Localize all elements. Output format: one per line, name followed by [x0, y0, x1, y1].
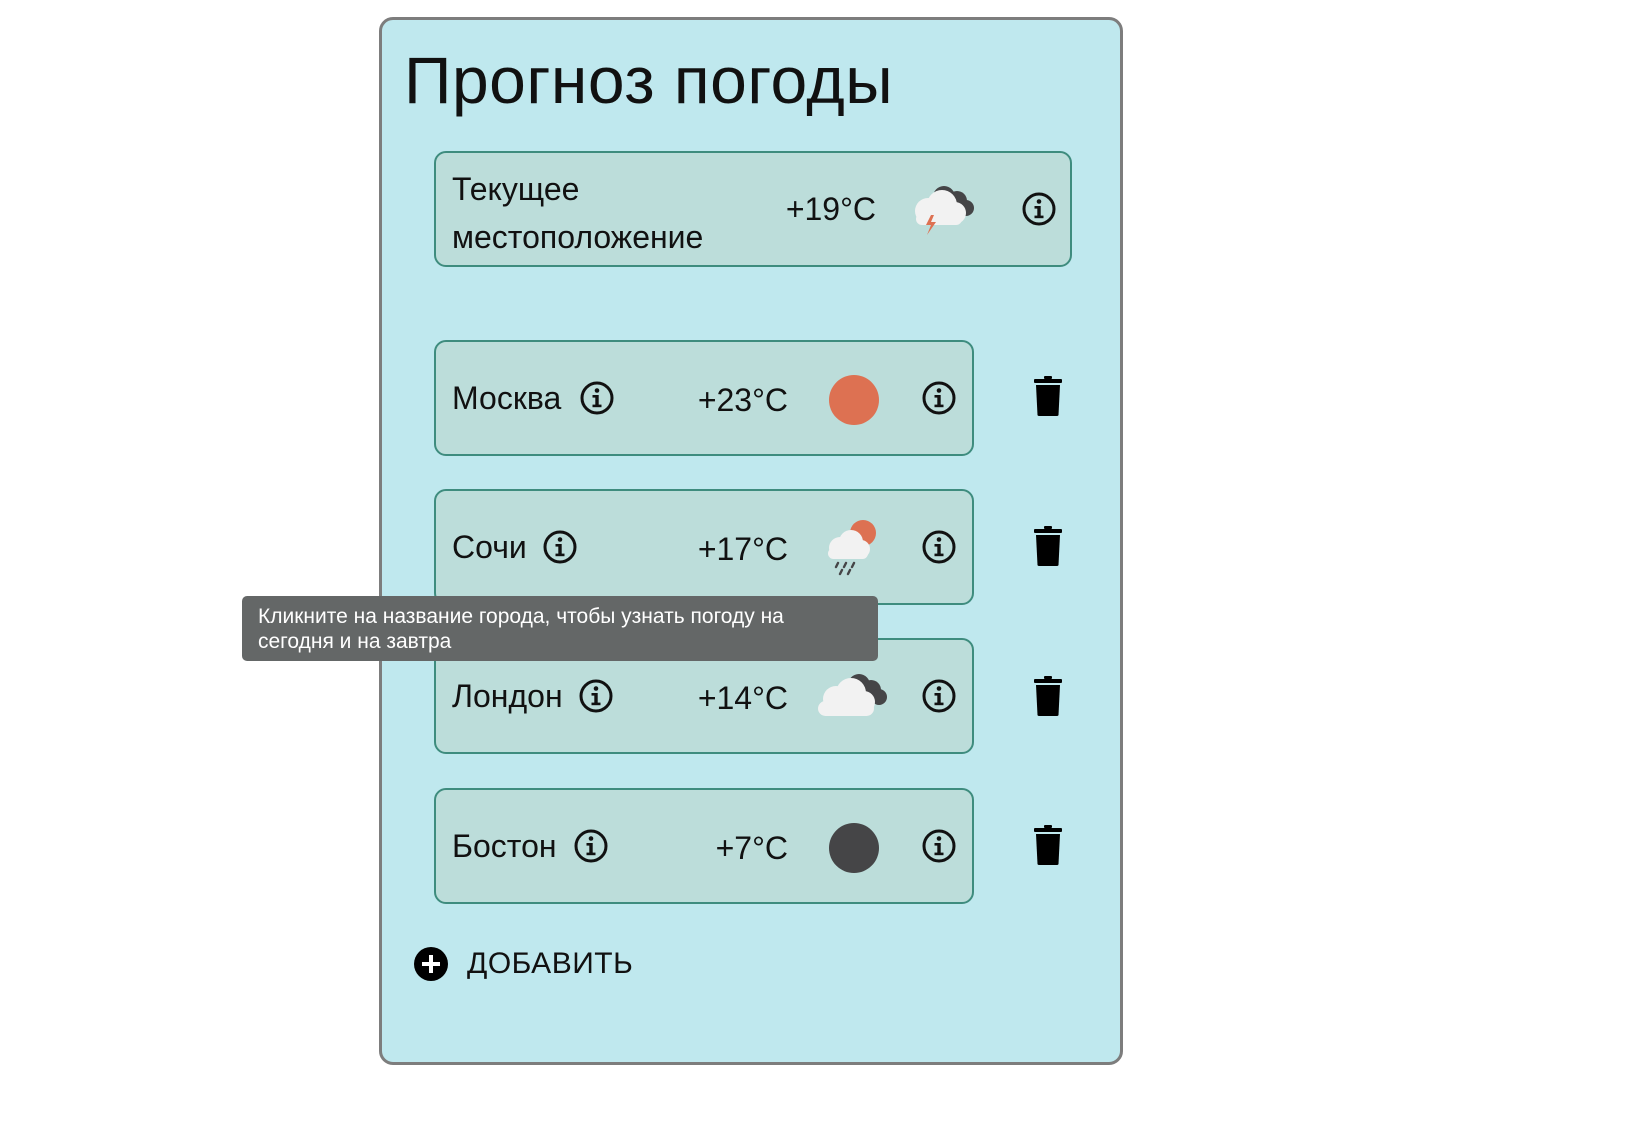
- weather-panel: Прогноз погоды Текущее местоположение +1…: [379, 17, 1123, 1065]
- add-city-button[interactable]: ДОБАВИТЬ: [413, 944, 633, 984]
- thunderstorm-icon: [915, 186, 974, 235]
- city-name[interactable]: Бостон: [452, 828, 557, 865]
- delete-trash-icon[interactable]: [1033, 376, 1063, 416]
- delete-trash-icon[interactable]: [1033, 676, 1063, 716]
- city-card[interactable]: Сочи +17°C: [434, 489, 974, 605]
- city-name[interactable]: Лондон: [452, 678, 563, 715]
- sun-icon: [829, 375, 879, 425]
- city-temperature: +23°C: [697, 382, 788, 418]
- rain-sun-icon: [828, 520, 876, 576]
- city-temperature: +17°C: [697, 531, 788, 567]
- city-name-info-icon[interactable]: [573, 828, 609, 864]
- city-temperature: +14°C: [697, 680, 788, 716]
- current-location-label: Текущее местоположение: [452, 171, 704, 255]
- add-button-label: ДОБАВИТЬ: [467, 947, 634, 980]
- info-icon[interactable]: [921, 678, 957, 714]
- city-name[interactable]: Сочи: [452, 529, 527, 566]
- info-icon[interactable]: [921, 828, 957, 864]
- page-title: Прогноз погоды: [404, 43, 894, 117]
- city-card[interactable]: Бостон +7°C: [434, 788, 974, 904]
- cloudy-icon: [818, 674, 887, 716]
- current-location-card[interactable]: Текущее местоположение +19°C: [434, 151, 1072, 267]
- city-card[interactable]: Москва +23°C: [434, 340, 974, 456]
- delete-trash-icon[interactable]: [1033, 526, 1063, 566]
- city-name-info-icon[interactable]: [578, 678, 614, 714]
- info-icon[interactable]: [1021, 191, 1057, 227]
- city-name[interactable]: Москва: [452, 380, 561, 417]
- city-name-info-icon[interactable]: [542, 529, 578, 565]
- delete-trash-icon[interactable]: [1033, 825, 1063, 865]
- tooltip: Кликните на название города, чтобы узнат…: [242, 596, 878, 661]
- info-icon[interactable]: [921, 529, 957, 565]
- plus-circle-icon: [414, 947, 448, 981]
- current-temperature: +19°C: [785, 191, 876, 227]
- city-temperature: +7°C: [715, 830, 788, 866]
- info-icon[interactable]: [921, 380, 957, 416]
- city-name-info-icon[interactable]: [579, 380, 615, 416]
- dark-circle-icon: [829, 823, 879, 873]
